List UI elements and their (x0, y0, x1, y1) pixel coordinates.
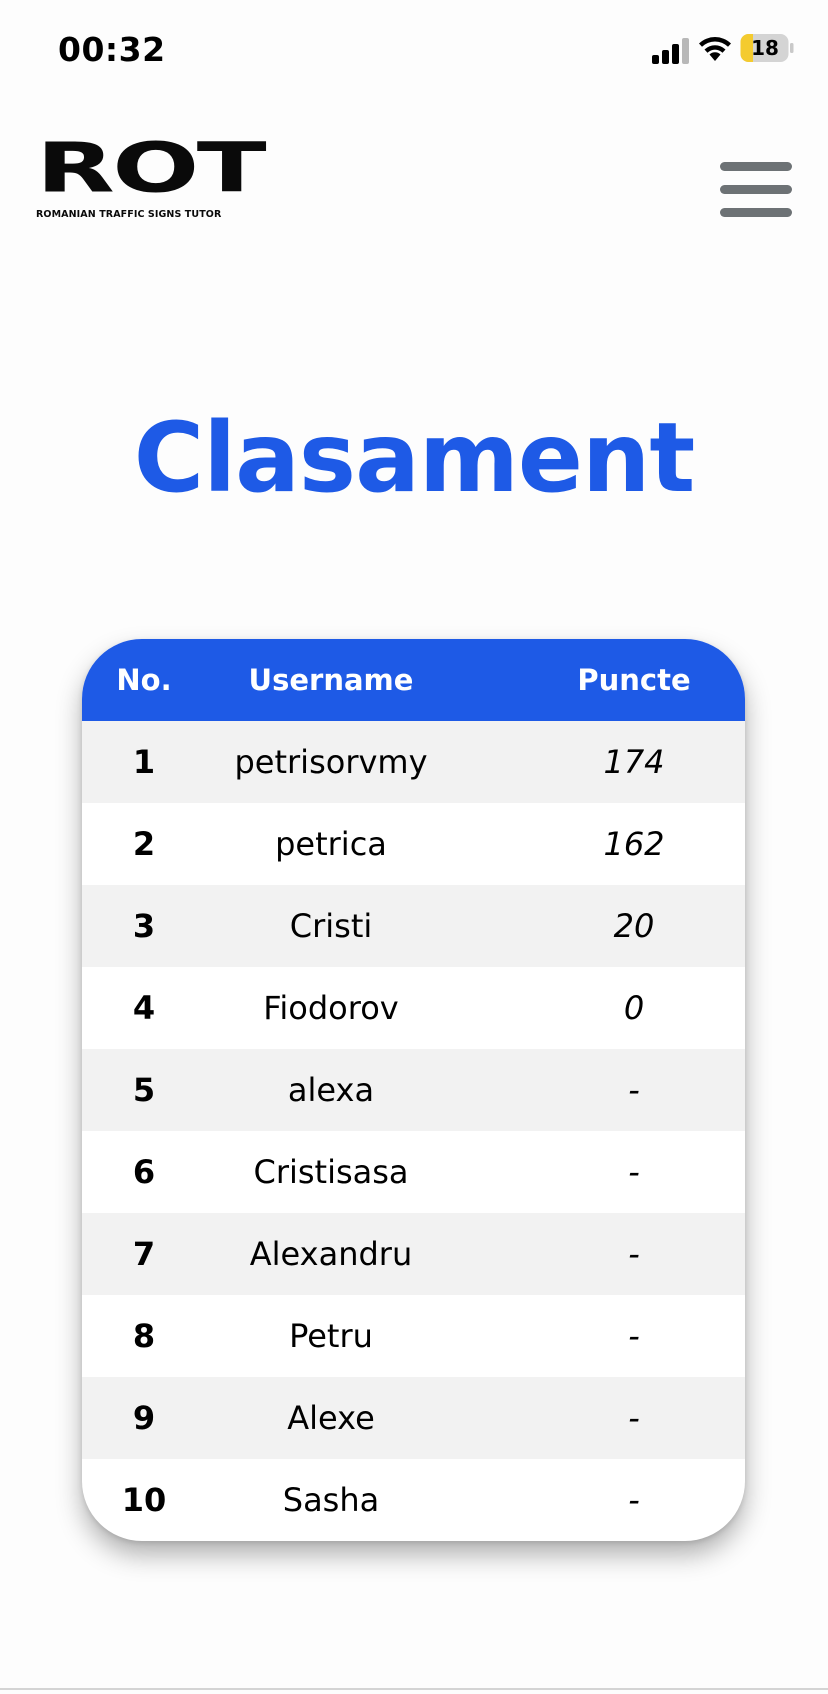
logo[interactable]: ROT ROMANIAN TRAFFIC SIGNS TUTOR (36, 134, 267, 230)
points-cell: - (628, 1235, 640, 1273)
bottom-divider (0, 1688, 828, 1690)
logo-text: ROT (36, 127, 267, 208)
status-time: 00:32 (58, 30, 166, 69)
table-row: 6 Cristisasa - (82, 1131, 745, 1213)
username-cell: Alexe (287, 1399, 375, 1437)
points-cell: 162 (603, 825, 665, 863)
table-row: 1 petrisorvmy 174 (82, 721, 745, 803)
rank-cell: 8 (132, 1317, 156, 1355)
logo-tagline: ROMANIAN TRAFFIC SIGNS TUTOR (36, 209, 222, 220)
page-title: Clasament (133, 402, 695, 514)
points-cell: - (628, 1317, 640, 1355)
username-cell: Sasha (282, 1481, 380, 1519)
username-cell: alexa (287, 1071, 375, 1109)
points-cell: - (628, 1399, 640, 1437)
menu-bar (720, 162, 792, 171)
wifi-icon (699, 37, 731, 61)
points-cell: - (628, 1481, 640, 1519)
hamburger-menu-icon[interactable] (718, 160, 794, 220)
column-header-no: No. (116, 663, 172, 697)
username-cell: Alexandru (249, 1235, 413, 1273)
table-row: 9 Alexe - (82, 1377, 745, 1459)
table-row: 2 petrica 162 (82, 803, 745, 885)
column-header-points: Puncte (577, 663, 691, 697)
rank-cell: 3 (132, 907, 156, 945)
table-row: 8 Petru - (82, 1295, 745, 1377)
menu-bar (720, 185, 792, 194)
rank-cell: 2 (132, 825, 156, 863)
points-cell: - (628, 1153, 640, 1191)
table-row: 10 Sasha - (82, 1459, 745, 1541)
username-cell: petrisorvmy (234, 743, 428, 781)
points-cell: 20 (613, 907, 655, 945)
rank-cell: 7 (132, 1235, 156, 1273)
menu-bar (720, 208, 792, 217)
table-header: No. Username Puncte (82, 639, 745, 721)
status-bar: 00:32 18 (0, 0, 828, 100)
table-row: 7 Alexandru - (82, 1213, 745, 1295)
points-cell: 174 (603, 743, 665, 781)
table-row: 3 Cristi 20 (82, 885, 745, 967)
rank-cell: 1 (132, 743, 156, 781)
rank-cell: 9 (132, 1399, 156, 1437)
rank-cell: 6 (132, 1153, 156, 1191)
username-cell: Cristisasa (253, 1153, 409, 1191)
username-cell: petrica (275, 825, 387, 863)
column-header-username: Username (248, 663, 414, 697)
rank-cell: 10 (121, 1481, 167, 1519)
rank-cell: 5 (132, 1071, 156, 1109)
username-cell: Petru (289, 1317, 373, 1355)
battery-level: 18 (751, 36, 779, 60)
leaderboard-table: No. Username Puncte 1 petrisorvmy 174 2 … (82, 639, 745, 1541)
rank-cell: 4 (132, 989, 156, 1027)
signal-icon (652, 38, 689, 64)
table-row: 4 Fiodorov 0 (82, 967, 745, 1049)
username-cell: Cristi (289, 907, 373, 945)
points-cell: - (628, 1071, 640, 1109)
points-cell: 0 (623, 989, 645, 1027)
table-row: 5 alexa - (82, 1049, 745, 1131)
username-cell: Fiodorov (263, 989, 399, 1027)
